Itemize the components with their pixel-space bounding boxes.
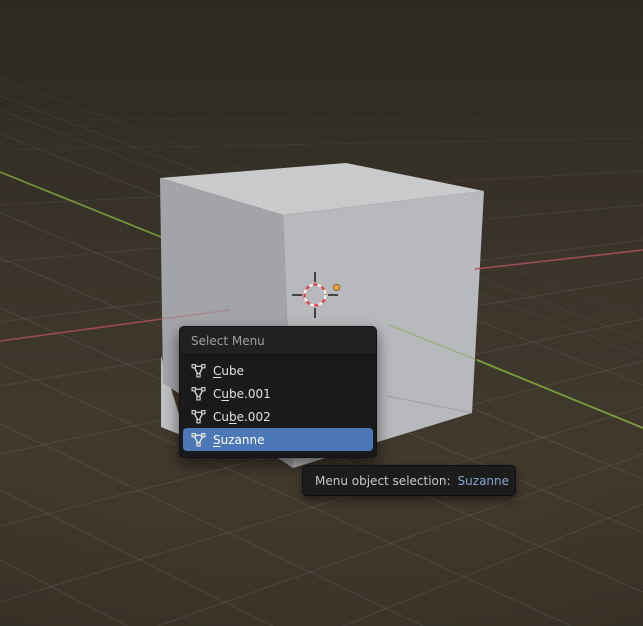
menu-item-suzanne[interactable]: Suzanne	[183, 428, 373, 451]
select-menu-title: Select Menu	[180, 327, 376, 355]
tooltip-label: Menu object selection:	[315, 473, 451, 488]
select-menu: Select Menu Cube Cube.001 Cube.002 Suzan…	[179, 326, 377, 458]
menu-item-label: Suzanne	[213, 432, 265, 447]
x-axis-line	[0, 318, 163, 342]
select-menu-title-label: Select Menu	[191, 333, 265, 348]
mesh-data-icon	[191, 386, 206, 401]
status-tooltip: Menu object selection: Suzanne	[302, 465, 516, 496]
mesh-data-icon	[191, 432, 206, 447]
menu-item-label: Cube.001	[213, 386, 271, 401]
viewport-scene	[0, 77, 643, 626]
y-axis-line	[0, 171, 162, 238]
object-origin-dot	[332, 283, 341, 292]
select-menu-body: Cube Cube.001 Cube.002 Suzanne	[180, 355, 376, 456]
menu-item-cube-001[interactable]: Cube.001	[183, 382, 373, 405]
y-axis-line-right	[476, 359, 643, 429]
mesh-data-icon	[191, 409, 206, 424]
mesh-data-icon	[191, 363, 206, 378]
menu-item-label: Cube.002	[213, 409, 271, 424]
tooltip-value: Suzanne	[457, 473, 510, 488]
blender-3d-viewport[interactable]: Select Menu Cube Cube.001 Cube.002 Suzan…	[0, 0, 643, 626]
menu-item-cube-002[interactable]: Cube.002	[183, 405, 373, 428]
x-axis-line-right	[474, 249, 643, 270]
menu-item-label: Cube	[213, 363, 244, 378]
menu-item-cube[interactable]: Cube	[183, 359, 373, 382]
